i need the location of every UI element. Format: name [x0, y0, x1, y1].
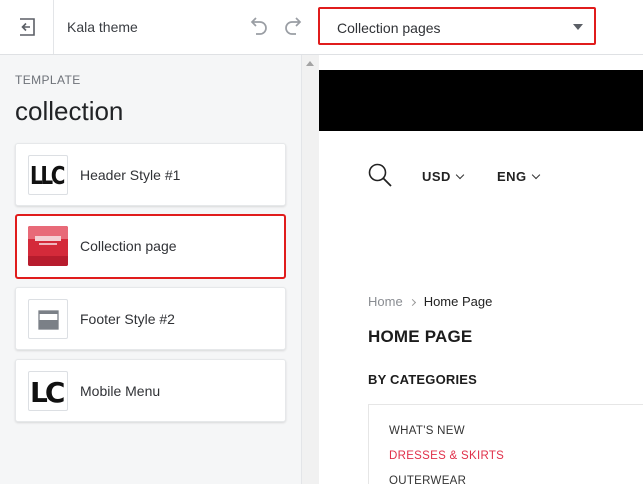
section-card-header-style[interactable]: LLC Header Style #1 — [15, 143, 286, 206]
page-title: HOME PAGE — [368, 327, 473, 346]
redo-icon — [285, 17, 302, 35]
category-link-active[interactable]: DRESSES & SKIRTS — [389, 450, 504, 462]
section-card-footer-style[interactable]: Footer Style #2 — [15, 287, 286, 350]
header-thumbnail-logo: LLC — [30, 161, 65, 190]
editor-topbar: Kala theme Collection pages — [0, 0, 643, 55]
exit-arrow-icon — [19, 18, 35, 36]
template-name: collection — [15, 96, 124, 126]
redo-button[interactable] — [282, 14, 306, 38]
undo-icon — [250, 17, 267, 35]
chevron-down-icon — [455, 170, 465, 180]
sidebar-scrollbar[interactable] — [302, 55, 319, 484]
categories-list: WHAT'S NEW DRESSES & SKIRTS OUTERWEAR — [368, 404, 643, 484]
breadcrumb-home-link[interactable]: Home — [368, 294, 403, 309]
theme-name: Kala theme — [67, 19, 138, 35]
template-caption: TEMPLATE — [15, 73, 81, 87]
category-link[interactable]: OUTERWEAR — [389, 475, 466, 484]
page-type-select-value: Collection pages — [337, 20, 441, 36]
footer-thumbnail — [28, 299, 68, 339]
caret-down-icon — [573, 24, 583, 30]
header-thumbnail: LLC — [28, 155, 68, 195]
footer-layout-icon — [38, 310, 59, 330]
section-label: Collection page — [80, 238, 177, 254]
section-label: Footer Style #2 — [80, 311, 175, 327]
preview-top-strip — [319, 55, 643, 70]
store-preview: USD ENG Home Home Page HOME PAGE BY CATEG… — [319, 55, 643, 484]
collection-banner-image — [28, 226, 68, 266]
preview-header-banner — [319, 70, 643, 131]
page-type-select[interactable]: Collection pages — [318, 7, 596, 45]
currency-value: USD — [422, 169, 451, 184]
currency-selector[interactable]: USD — [422, 169, 465, 184]
scroll-up-arrow-icon[interactable] — [306, 61, 314, 66]
section-label: Header Style #1 — [80, 167, 181, 183]
language-selector[interactable]: ENG — [497, 169, 540, 184]
section-card-mobile-menu[interactable]: LC Mobile Menu — [15, 359, 286, 422]
mobile-menu-thumbnail-logo: LC — [30, 376, 65, 409]
undo-button[interactable] — [246, 14, 270, 38]
chevron-right-icon — [408, 298, 416, 307]
mobile-menu-thumbnail: LC — [28, 371, 68, 411]
search-button[interactable] — [367, 162, 393, 188]
breadcrumb-current: Home Page — [423, 294, 493, 309]
breadcrumb: Home Home Page — [368, 294, 492, 309]
category-link[interactable]: WHAT'S NEW — [389, 425, 465, 437]
exit-button[interactable] — [0, 0, 54, 54]
search-icon — [368, 163, 392, 187]
collection-thumbnail — [28, 226, 68, 266]
categories-heading: BY CATEGORIES — [368, 372, 478, 387]
chevron-down-icon — [531, 170, 540, 180]
section-card-collection-page[interactable]: Collection page — [15, 214, 286, 279]
language-value: ENG — [497, 169, 527, 184]
section-label: Mobile Menu — [80, 383, 161, 399]
template-sidebar: TEMPLATE collection LLC Header Style #1 … — [0, 55, 302, 484]
